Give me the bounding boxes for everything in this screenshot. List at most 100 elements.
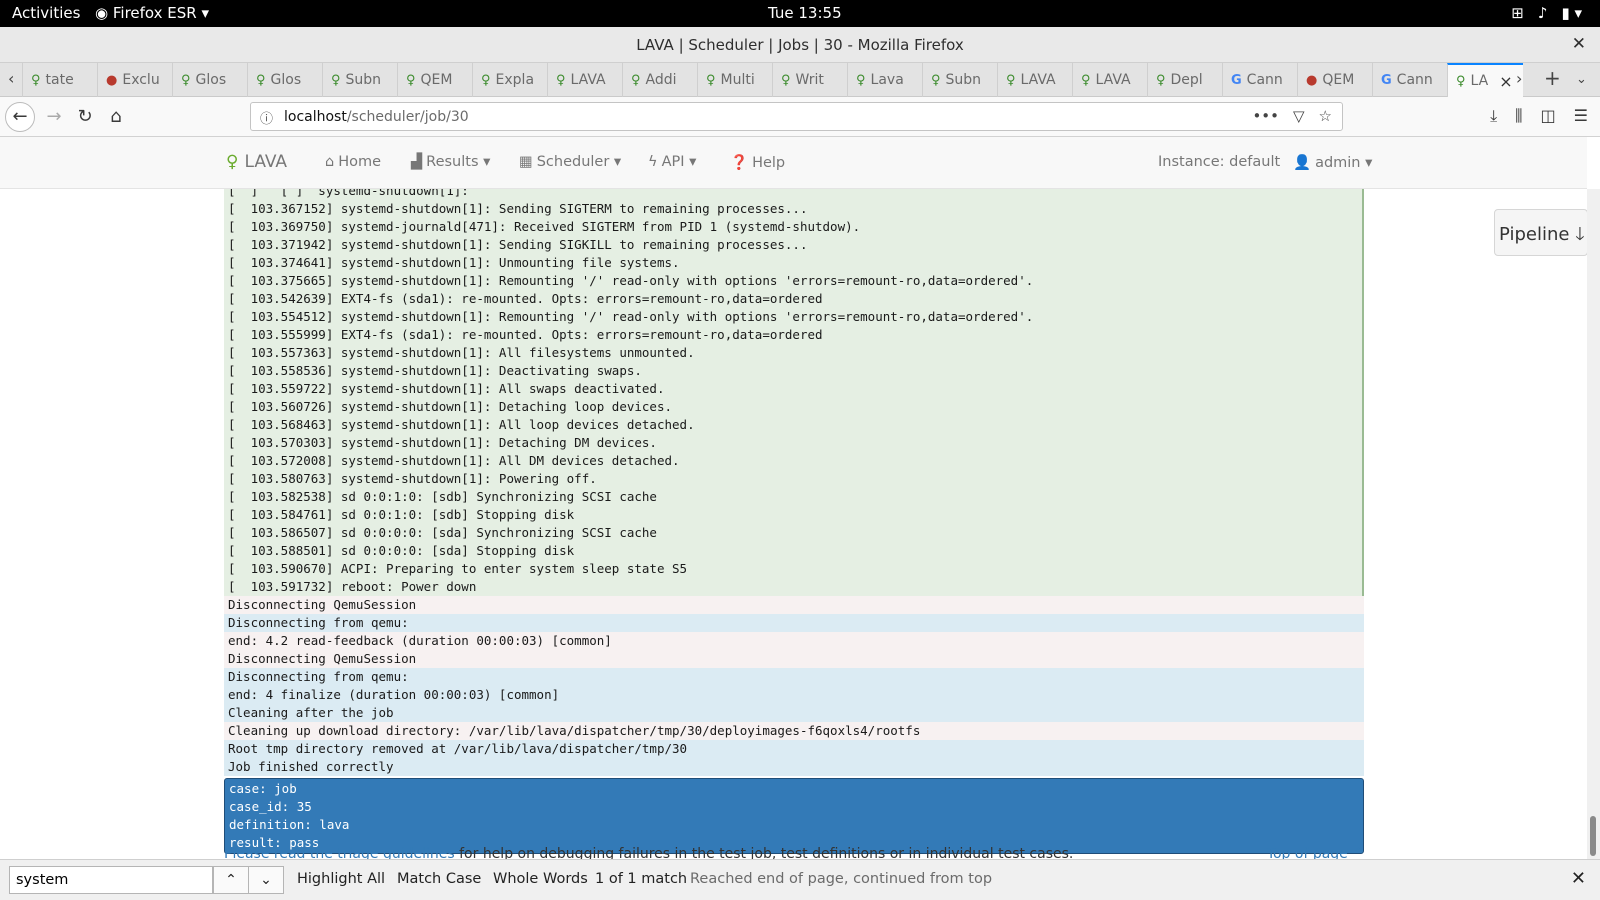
top-of-page-link[interactable]: Top of page ⌃ (1267, 846, 1364, 859)
log-line: [ 103.559722] systemd-shutdown[1]: All s… (224, 380, 1364, 398)
find-next-button[interactable]: ⌄ (248, 866, 284, 894)
nav-help[interactable]: ❓ Help (730, 154, 785, 171)
log-line: [ 103.374641] systemd-shutdown[1]: Unmou… (224, 254, 1364, 272)
find-input[interactable] (9, 866, 213, 894)
match-case-toggle[interactable]: Match Case (397, 871, 481, 887)
log-line: Cleaning after the job (224, 704, 1364, 722)
browser-tab[interactable]: ♀ LAVA (547, 63, 621, 97)
navigation-toolbar: ← → ↻ ⌂ ⓘ localhost/scheduler/job/30 •••… (0, 97, 1600, 137)
browser-tab[interactable]: ♀ Multi (697, 63, 771, 97)
pipeline-label: Pipeline (1499, 224, 1570, 245)
browser-tab[interactable]: ♀ Glos (247, 63, 321, 97)
status-log-block: Disconnecting QemuSession Disconnecting f… (224, 596, 1364, 776)
highlight-all-toggle[interactable]: Highlight All (297, 871, 385, 887)
log-line: [ 103.570303] systemd-shutdown[1]: Detac… (224, 434, 1364, 452)
back-button[interactable]: ← (5, 102, 35, 132)
tab-label: LAVA (570, 72, 606, 88)
browser-tab[interactable]: ♀ Addi (622, 63, 696, 97)
log-line: Job finished correctly (224, 758, 1364, 776)
nav-results-label: Results (426, 154, 479, 170)
window-close-icon[interactable]: ✕ (1572, 34, 1586, 54)
app-menu[interactable]: ◉ Firefox ESR ▾ (95, 4, 209, 22)
new-tab-icon[interactable]: + (1544, 66, 1561, 90)
qemu-icon: ● (106, 72, 118, 88)
lava-navbar: ♀ LAVA ⌂ Home ▟ Results ▾ ▦ Scheduler ▾ ϟ API… (0, 137, 1587, 189)
nav-scheduler[interactable]: ▦ Scheduler ▾ (519, 154, 621, 170)
page-actions-icon[interactable]: ••• (1252, 107, 1279, 125)
log-line: [ 103.560726] systemd-shutdown[1]: Detac… (224, 398, 1364, 416)
google-icon: G (1381, 72, 1392, 88)
tab-label: Subn (945, 72, 982, 88)
user-menu[interactable]: 👤 admin ▾ (1293, 154, 1372, 171)
log-line: [ 103.590670] ACPI: Preparing to enter s… (224, 560, 1364, 578)
browser-tab[interactable]: ♀ QEM (397, 63, 471, 97)
nav-api[interactable]: ϟ API ▾ (648, 154, 696, 170)
browser-tab[interactable]: ♀ Glos (172, 63, 246, 97)
home-button[interactable]: ⌂ (102, 103, 130, 131)
clock[interactable]: Tue 13:55 (768, 4, 842, 22)
bookmark-star-icon[interactable]: ☆ (1319, 107, 1332, 125)
tab-label: Glos (195, 72, 227, 88)
tab-scroll-right-icon[interactable]: › (1516, 69, 1522, 88)
instance-label: Instance: default (1158, 154, 1281, 170)
tab-label: Subn (345, 72, 382, 88)
log-line: [ 103.542639] EXT4-fs (sda1): re-mounted… (224, 290, 1364, 308)
log-line: Disconnecting QemuSession (224, 650, 1364, 668)
whole-words-toggle[interactable]: Whole Words (493, 871, 588, 887)
log-line: [ 103.591732] reboot: Power down (224, 578, 1364, 596)
brand-label: LAVA (244, 152, 288, 172)
lava-icon: ♀ (631, 72, 641, 88)
find-close-icon[interactable]: ✕ (1571, 868, 1586, 889)
find-previous-button[interactable]: ⌃ (213, 866, 249, 894)
home-icon: ⌂ (325, 154, 335, 170)
tab-label: Writ (795, 72, 824, 88)
downloads-icon[interactable]: ⤓ (1490, 106, 1497, 126)
result-block[interactable]: case: job case_id: 35 definition: lava resu… (224, 778, 1364, 854)
nav-home[interactable]: ⌂ Home (325, 154, 381, 170)
browser-tab[interactable]: G Cann (1372, 63, 1446, 97)
browser-tab[interactable]: ♀ Subn (322, 63, 396, 97)
nav-results[interactable]: ▟ Results ▾ (411, 154, 490, 170)
lava-icon: ♀ (331, 72, 341, 88)
close-tab-icon[interactable]: × (1499, 72, 1512, 91)
log-line: [ 103.588501] sd 0:0:0:0: [sda] Stopping… (224, 542, 1364, 560)
hamburger-menu-icon[interactable]: ☰ (1574, 106, 1588, 126)
browser-tab[interactable]: ♀ LAVA (1072, 63, 1146, 97)
browser-tab[interactable]: ♀ tate (22, 63, 96, 97)
site-info-icon[interactable]: ⓘ (260, 108, 273, 127)
tab-list-icon[interactable]: ⌄ (1576, 72, 1587, 87)
sidebar-icon[interactable]: ◫ (1541, 106, 1556, 126)
library-icon[interactable]: ⫼ (1515, 106, 1522, 126)
browser-tab[interactable]: ♀ Writ (772, 63, 846, 97)
browser-tab[interactable]: ♀ Depl (1147, 63, 1221, 97)
log-line: [ 103.554512] systemd-shutdown[1]: Remou… (224, 308, 1364, 326)
page-scrollbar[interactable] (1587, 189, 1600, 859)
log-line: [ 103.572008] systemd-shutdown[1]: All D… (224, 452, 1364, 470)
browser-tab[interactable]: ● Exclu (97, 63, 171, 97)
tab-label: LAVA (1020, 72, 1056, 88)
arrow-down-icon: 🡓 (1575, 224, 1585, 245)
browser-tab[interactable]: ♀ LAVA (997, 63, 1071, 97)
url-bar[interactable]: ⓘ localhost/scheduler/job/30 ••• ▽ ☆ (250, 102, 1343, 131)
url-text[interactable]: localhost/scheduler/job/30 (284, 109, 469, 125)
browser-tab[interactable]: ♀ Lava (847, 63, 921, 97)
pocket-icon[interactable]: ▽ (1293, 107, 1305, 125)
activities-button[interactable]: Activities (12, 4, 80, 22)
log-line: [ 103.582538] sd 0:0:1:0: [sdb] Synchron… (224, 488, 1364, 506)
job-log: [ ] [ ] systemd-shutdown[1]: [ 103.36715… (224, 189, 1364, 854)
lava-brand[interactable]: ♀ LAVA (226, 152, 287, 172)
browser-tab[interactable]: ♀ Expla (472, 63, 546, 97)
pipeline-button[interactable]: Pipeline 🡓 (1494, 209, 1588, 256)
lava-icon: ♀ (1156, 72, 1166, 88)
browser-tab[interactable]: ● QEM (1297, 63, 1371, 97)
reload-button[interactable]: ↻ (71, 103, 99, 131)
scrollbar-thumb[interactable] (1590, 816, 1596, 856)
qemu-icon: ● (1306, 72, 1318, 88)
browser-tab[interactable]: ♀ LA × (1447, 63, 1523, 97)
system-tray[interactable]: ⊞ ♪ ▮ ▾ (1511, 4, 1582, 22)
tab-scroll-left-icon[interactable]: ‹ (8, 69, 14, 88)
browser-tab[interactable]: G Cann (1222, 63, 1296, 97)
browser-tab[interactable]: ♀ Subn (922, 63, 996, 97)
forward-button[interactable]: → (40, 103, 68, 131)
triage-guidelines-link[interactable]: Please read the triage guidelines (224, 846, 455, 859)
